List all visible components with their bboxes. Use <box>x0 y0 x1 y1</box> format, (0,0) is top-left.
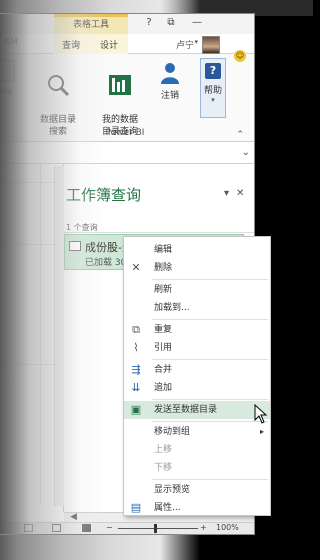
delete-icon: ✕ <box>131 261 141 274</box>
tab-design[interactable]: 设计 <box>100 38 118 51</box>
avatar[interactable] <box>202 36 220 54</box>
help-icon: ? <box>205 63 221 79</box>
menu-item-move-up[interactable]: 上移 <box>124 441 270 459</box>
ribbon-partial-button[interactable]: ble <box>0 60 18 98</box>
merge-icon: ⇶ <box>131 363 141 376</box>
divider <box>64 232 254 233</box>
tab-partial[interactable]: AM <box>4 38 18 48</box>
my-catalog-queries-button[interactable]: 我的数据 目录查询 <box>94 60 146 138</box>
menu-separator <box>152 479 268 480</box>
menu-item-move-down[interactable]: 下移 <box>124 459 270 477</box>
menu-item-duplicate[interactable]: ⧉ 重复 <box>124 321 270 339</box>
search-icon <box>48 75 70 97</box>
menu-item-send-to-data-catalog[interactable]: ▣ 发送至数据目录 <box>124 401 270 419</box>
reference-icon: ⌇ <box>133 341 139 354</box>
title-bar: 表格工具 ? ⧉ — <box>0 14 254 34</box>
menu-item-refresh[interactable]: 刷新 <box>124 281 270 299</box>
expand-formula-bar-icon[interactable]: ⌄ <box>242 147 250 158</box>
menu-item-delete[interactable]: ✕ 删除 <box>124 259 270 277</box>
grid-line <box>40 164 41 504</box>
context-tab-group-header: 表格工具 <box>54 14 128 34</box>
sign-out-button[interactable]: 注销 <box>150 60 190 102</box>
table-icon <box>0 60 15 82</box>
power-bi-catalog-icon <box>109 75 131 95</box>
ribbon: ble 数据目录 搜索 我的数据 目录查询 注销 ? 帮助 ▾ Power BI… <box>0 54 254 142</box>
zoom-level[interactable]: 100% <box>216 523 239 532</box>
page-layout-icon[interactable] <box>52 524 61 532</box>
feedback-smiley-icon[interactable]: ☺ <box>234 50 246 62</box>
user-name[interactable]: 卢宁 <box>176 38 194 51</box>
help-dropdown-icon: ▾ <box>211 96 215 104</box>
append-icon: ⇊ <box>131 381 141 394</box>
zoom-in-button[interactable]: + <box>200 523 207 532</box>
zoom-out-button[interactable]: − <box>106 523 113 532</box>
menu-item-show-preview[interactable]: 显示预览 <box>124 481 270 499</box>
menu-item-edit[interactable]: 编辑 <box>124 241 270 259</box>
help-button[interactable]: ? 帮助 ▾ <box>200 58 226 118</box>
menu-item-merge[interactable]: ⇶ 合并 <box>124 361 270 379</box>
collapse-ribbon-icon[interactable]: ⌃ <box>236 130 244 140</box>
user-dropdown-icon[interactable]: ▾ <box>194 38 198 46</box>
minimize-button[interactable]: — <box>188 16 206 30</box>
page-break-view-icon[interactable] <box>82 524 91 532</box>
vertical-scrollbar[interactable] <box>54 166 64 506</box>
zoom-slider-track[interactable] <box>118 528 198 529</box>
context-menu: 编辑 ✕ 删除 刷新 加载到... ⧉ 重复 ⌇ 引用 ⇶ 合并 ⇊ 追加 ▣ … <box>123 236 271 516</box>
close-icon[interactable]: ✕ <box>236 188 244 199</box>
normal-view-icon[interactable] <box>24 524 33 532</box>
menu-separator <box>152 399 268 400</box>
properties-icon: ▤ <box>130 501 142 514</box>
menu-item-properties[interactable]: ▤ 属性... <box>124 499 270 517</box>
scroll-left-icon[interactable]: ◀ <box>70 512 77 522</box>
tab-query[interactable]: 查询 <box>62 38 80 51</box>
pane-title: 工作簿查询 <box>66 186 142 204</box>
status-bar: − + 100% <box>0 522 254 534</box>
menu-item-move-to-group[interactable]: 移动到组 ▸ <box>124 423 270 441</box>
submenu-arrow-icon: ▸ <box>259 427 264 436</box>
menu-separator <box>152 359 268 360</box>
zoom-slider-thumb[interactable] <box>154 524 157 533</box>
menu-item-load-to[interactable]: 加载到... <box>124 299 270 317</box>
table-icon <box>69 241 81 251</box>
ribbon-group-label: Power BI <box>105 128 145 138</box>
search-data-catalog-button[interactable]: 数据目录 搜索 <box>34 60 82 138</box>
pane-options-icon[interactable]: ▾ <box>224 188 229 199</box>
ribbon-display-options-button[interactable]: ⧉ <box>162 16 180 30</box>
menu-separator <box>152 279 268 280</box>
user-icon <box>161 63 179 84</box>
menu-separator <box>152 319 268 320</box>
menu-item-reference[interactable]: ⌇ 引用 <box>124 339 270 357</box>
help-title-button[interactable]: ? <box>140 16 158 30</box>
mouse-cursor-icon <box>254 404 268 424</box>
data-catalog-icon: ▣ <box>130 403 142 416</box>
menu-item-append[interactable]: ⇊ 追加 <box>124 379 270 397</box>
formula-bar[interactable]: ⌄ <box>0 142 254 164</box>
menu-separator <box>152 421 268 422</box>
duplicate-icon: ⧉ <box>132 323 140 336</box>
